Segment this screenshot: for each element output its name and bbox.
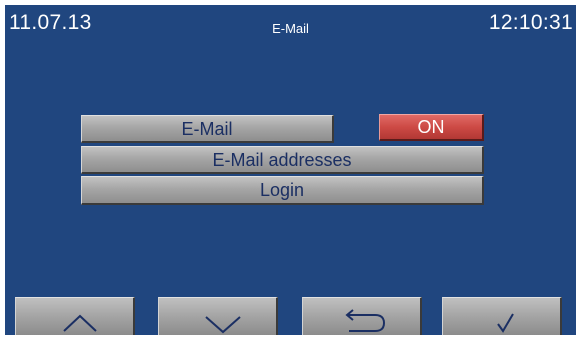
email-addresses-button[interactable]: E-Mail addresses — [81, 146, 484, 174]
chevron-up-icon — [63, 314, 97, 332]
login-label: Login — [259, 180, 305, 200]
email-menu-label: E-Mail — [181, 119, 233, 139]
screen: 11.07.13 E-Mail 12:10:31 E-Mail ON E-Mai… — [5, 5, 576, 335]
checkmark-icon — [497, 313, 514, 333]
status-time: 12:10:31 — [488, 11, 573, 34]
back-button[interactable] — [302, 297, 422, 335]
confirm-button[interactable] — [442, 297, 562, 335]
login-button[interactable]: Login — [81, 176, 484, 205]
email-addresses-label: E-Mail addresses — [212, 150, 352, 170]
email-on-toggle[interactable]: ON — [379, 114, 484, 141]
email-toggle-label: ON — [417, 117, 445, 137]
scroll-up-button[interactable] — [15, 297, 135, 335]
email-menu-button[interactable]: E-Mail — [81, 115, 334, 143]
chevron-down-icon — [205, 316, 241, 334]
scroll-down-button[interactable] — [158, 297, 278, 335]
return-arrow-icon — [345, 309, 386, 332]
